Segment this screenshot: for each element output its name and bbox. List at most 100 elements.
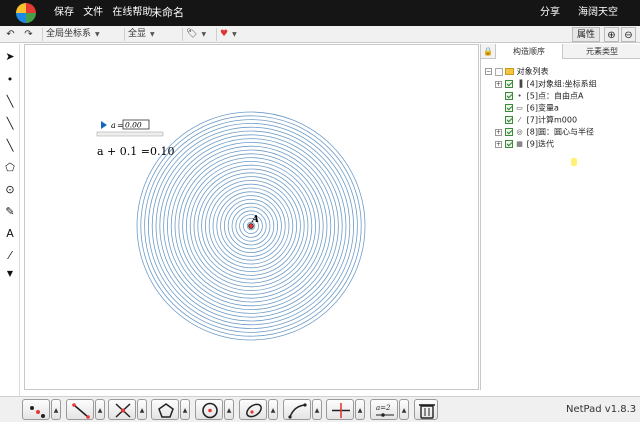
root-checkbox[interactable] [494, 67, 503, 76]
tree-item[interactable]: ▭ [6]变量a [485, 102, 639, 114]
visibility-checkbox[interactable] [504, 104, 513, 112]
intersection-group-button[interactable] [108, 399, 136, 420]
tree-item-label: [7]计算m000 [526, 115, 578, 125]
toolbar: ↶ ↷ 全局坐标系 ▼ 全显 ▼ 🏷 ▼ ♥ ▼ 属性 ⊕ ⊖ [0, 26, 640, 43]
select-arrow-icon[interactable]: ➤ [2, 48, 18, 66]
share-button[interactable]: 分享 [540, 0, 560, 26]
collapse-icon[interactable]: − [485, 68, 492, 75]
tree-item-label: [5]点：自由点A [526, 91, 584, 101]
ray-tool-icon[interactable]: ╲ [2, 115, 18, 133]
variable-group-button[interactable]: a=2 [370, 399, 398, 420]
line-group-menu[interactable]: ▲ [95, 399, 105, 420]
curve-group-button[interactable] [283, 399, 311, 420]
menu-file[interactable]: 文件 [83, 7, 103, 18]
tree-item[interactable]: + ◎ [8]圆：圆心与半径 [485, 126, 639, 138]
tree-item-label: [8]圆：圆心与半径 [526, 127, 594, 137]
curve-group-menu[interactable]: ▲ [312, 399, 322, 420]
curve-icon [288, 403, 307, 419]
more-tools-icon[interactable]: ▼ [2, 265, 18, 283]
tree-item-label: [9]迭代 [526, 139, 554, 149]
measure-group-button[interactable] [326, 399, 354, 420]
visibility-checkbox[interactable] [504, 116, 513, 124]
app-logo-icon [16, 3, 36, 23]
chevron-down-icon: ▼ [232, 31, 237, 38]
conic-group-menu[interactable]: ▲ [268, 399, 278, 420]
group-icon: ▐ [516, 80, 523, 88]
text-tool-icon[interactable]: A [2, 225, 18, 243]
points-icon [30, 406, 45, 418]
tree-item-label: [4]对象组:坐标系组 [526, 79, 597, 89]
menu-help[interactable]: 在线帮助 [112, 7, 152, 18]
view-select[interactable]: 全显 ▼ [124, 28, 180, 41]
point-icon: • [517, 92, 522, 100]
chevron-down-icon: ▼ [201, 31, 207, 38]
visibility-checkbox[interactable] [504, 140, 513, 148]
line-tool-icon[interactable]: ╲ [2, 137, 18, 155]
pen-tool-icon[interactable]: ✎ [2, 203, 18, 221]
intersection-group-menu[interactable]: ▲ [137, 399, 147, 420]
circle-icon [202, 402, 218, 419]
visibility-checkbox[interactable] [504, 128, 513, 136]
chevron-down-icon: ▼ [95, 31, 100, 38]
slider-track[interactable] [96, 131, 164, 137]
expand-icon[interactable]: + [495, 80, 502, 88]
circle-group-menu[interactable]: ▲ [224, 399, 234, 420]
play-icon[interactable] [101, 121, 107, 129]
tab-element-type[interactable]: 元素类型 [563, 44, 640, 59]
object-panel: 🔒 构造顺序 元素类型 − 对象列表 + ▐ [4]对象组:坐标系组 • [5]… [480, 44, 640, 390]
undo-icon[interactable]: ↶ [4, 28, 17, 41]
circle-tool-icon[interactable]: ⊙ [2, 181, 18, 199]
style-menu[interactable]: ♥ ▼ [216, 28, 250, 41]
user-name[interactable]: 海阔天空 [578, 0, 618, 26]
variable-group-menu[interactable]: ▲ [399, 399, 409, 420]
segment-tool-icon[interactable]: ╲ [2, 93, 18, 111]
magic-wand-icon[interactable]: ⁄ [2, 247, 18, 265]
tag-menu[interactable]: 🏷 ▼ [182, 28, 212, 41]
segment-icon [72, 403, 90, 419]
polygon-tool-icon[interactable]: ⬠ [2, 159, 18, 177]
tree-item[interactable]: + ▦ [9]迭代 [485, 138, 639, 150]
circle-icon: ◎ [516, 128, 523, 136]
canvas-svg: a = 0.00 a + 0.1 =0.10 A [96, 111, 366, 341]
top-menu: 保存 文件 在线帮助 [54, 0, 158, 26]
zoom-out-icon[interactable]: ⊖ [621, 27, 636, 42]
variable-icon: ▭ [516, 104, 523, 112]
trash-icon [419, 404, 435, 419]
menu-save[interactable]: 保存 [54, 7, 74, 18]
tree-item[interactable]: ⁄ [7]计算m000 [485, 114, 639, 126]
lock-icon[interactable]: 🔒 [481, 44, 495, 59]
tree-root[interactable]: − 对象列表 [485, 66, 639, 78]
coordinate-system-value: 全局坐标系 [46, 29, 92, 39]
tag-icon: 🏷 [186, 29, 198, 39]
tree-items: + ▐ [4]对象组:坐标系组 • [5]点：自由点A ▭ [6]变量a ⁄ [… [485, 78, 639, 150]
point-group-button[interactable] [22, 399, 50, 420]
drawing-canvas[interactable]: a = 0.00 a + 0.1 =0.10 A [24, 44, 479, 390]
expand-icon[interactable]: + [495, 140, 502, 148]
point-tool-icon[interactable]: • [2, 71, 18, 89]
measure-group-menu[interactable]: ▲ [355, 399, 365, 420]
point-group-menu[interactable]: ▲ [51, 399, 61, 420]
visibility-checkbox[interactable] [504, 80, 513, 88]
expand-icon[interactable]: + [495, 128, 502, 136]
line-group-button[interactable] [66, 399, 94, 420]
zoom-in-icon[interactable]: ⊕ [604, 27, 619, 42]
tab-construction-order[interactable]: 构造顺序 [495, 44, 563, 59]
circle-group-button[interactable] [195, 399, 223, 420]
svg-text:a=2: a=2 [376, 404, 391, 412]
folder-icon [505, 68, 515, 75]
properties-button[interactable]: 属性 [572, 27, 600, 42]
conic-group-button[interactable] [239, 399, 267, 420]
marker-icon: ♥ [220, 29, 229, 39]
visibility-checkbox[interactable] [504, 92, 513, 100]
polygon-group-menu[interactable]: ▲ [180, 399, 190, 420]
polygon-group-button[interactable] [151, 399, 179, 420]
coordinate-system-select[interactable]: 全局坐标系 ▼ [42, 28, 120, 41]
delete-button[interactable] [414, 399, 438, 420]
tree-item[interactable]: • [5]点：自由点A [485, 90, 639, 102]
ellipse-icon [246, 403, 262, 418]
redo-icon[interactable]: ↷ [22, 28, 35, 41]
tree-item[interactable]: + ▐ [4]对象组:坐标系组 [485, 78, 639, 90]
